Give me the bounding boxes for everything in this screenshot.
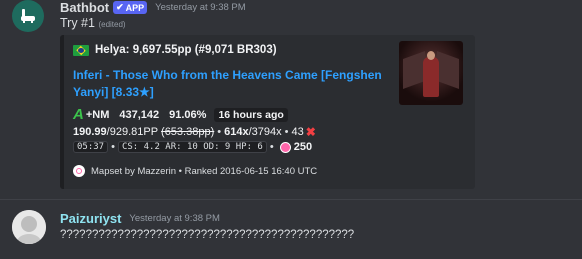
user-message-header: Paizuriyst Yesterday at 9:38 PM bbox=[60, 211, 220, 226]
thumbnail-figure bbox=[423, 57, 439, 97]
user-message: Paizuriyst Yesterday at 9:38 PM ????????… bbox=[0, 200, 582, 259]
message-content: ????????????????????????????????????????… bbox=[60, 229, 355, 241]
user-avatar-image bbox=[12, 210, 46, 244]
message-content: Try #1 (edited) bbox=[60, 16, 126, 30]
author-name[interactable]: Bathbot bbox=[60, 0, 109, 15]
score: 437,142 bbox=[119, 108, 160, 121]
accuracy: 91.06% bbox=[169, 108, 207, 121]
misses: 43 bbox=[291, 126, 304, 138]
map-stats-line: 05:37 • CS: 4.2 AR: 10 OD: 9 HP: 6 • 250 bbox=[73, 141, 312, 153]
bot-message: Bathbot ✔ APP Yesterday at 9:38 PM Try #… bbox=[0, 0, 582, 200]
embed-title-row: Inferi - Those Who from the Heavens Came… bbox=[73, 67, 393, 101]
bot-message-header: Bathbot ✔ APP Yesterday at 9:38 PM bbox=[60, 0, 246, 15]
combo: 614x bbox=[224, 126, 249, 138]
thumbnail-wing-left bbox=[403, 50, 425, 90]
app-badge: ✔ APP bbox=[113, 1, 148, 14]
bathtub-icon bbox=[21, 9, 35, 23]
pp-fc: (653.38pp) bbox=[161, 126, 215, 138]
embed-author[interactable]: Helya: 9,697.55pp (#9,071 BR303) bbox=[73, 44, 277, 56]
brazil-flag-icon bbox=[73, 44, 89, 56]
author-name[interactable]: Paizuriyst bbox=[60, 211, 121, 226]
pp-max: /929.81PP bbox=[106, 126, 159, 138]
map-stats: CS: 4.2 AR: 10 OD: 9 HP: 6 bbox=[117, 141, 267, 153]
mods: +NM bbox=[85, 108, 110, 121]
separator-dot: • bbox=[217, 126, 222, 138]
time-ago: 16 hours ago bbox=[214, 107, 288, 122]
embed-footer: Mapset by Mazzerin • Ranked 2016-06-15 1… bbox=[73, 165, 317, 177]
thumbnail-wing-right bbox=[437, 50, 459, 90]
separator-dot: • bbox=[111, 141, 115, 153]
miss-icon: ✖ bbox=[305, 125, 316, 139]
osu-icon bbox=[73, 165, 85, 177]
separator-dot: • bbox=[269, 141, 274, 153]
score-embed: Helya: 9,697.55pp (#9,071 BR303) Inferi … bbox=[60, 35, 475, 189]
beatmap-thumbnail[interactable] bbox=[399, 41, 463, 105]
thumbnail-figure-head bbox=[427, 51, 435, 60]
edited-label: (edited) bbox=[98, 20, 126, 29]
circle-count: 250 bbox=[293, 141, 313, 153]
max-combo: /3794x bbox=[248, 126, 282, 138]
pp-line: 190.99 /929.81PP (653.38pp) • 614x /3794… bbox=[73, 125, 316, 139]
map-length: 05:37 bbox=[73, 141, 109, 153]
circle-count-icon bbox=[279, 141, 291, 153]
user-avatar[interactable] bbox=[12, 210, 46, 244]
embed-title-link[interactable]: Inferi - Those Who from the Heavens Came… bbox=[73, 67, 393, 101]
pp-value: 190.99 bbox=[73, 126, 107, 138]
timestamp: Yesterday at 9:38 PM bbox=[129, 213, 220, 224]
score-line: A +NM 437,142 91.06% 16 hours ago bbox=[73, 106, 288, 123]
separator-dot: • bbox=[284, 126, 289, 138]
bot-avatar[interactable] bbox=[12, 0, 44, 32]
timestamp: Yesterday at 9:38 PM bbox=[155, 2, 246, 13]
grade-icon: A bbox=[73, 106, 84, 123]
check-icon: ✔ bbox=[116, 2, 124, 12]
